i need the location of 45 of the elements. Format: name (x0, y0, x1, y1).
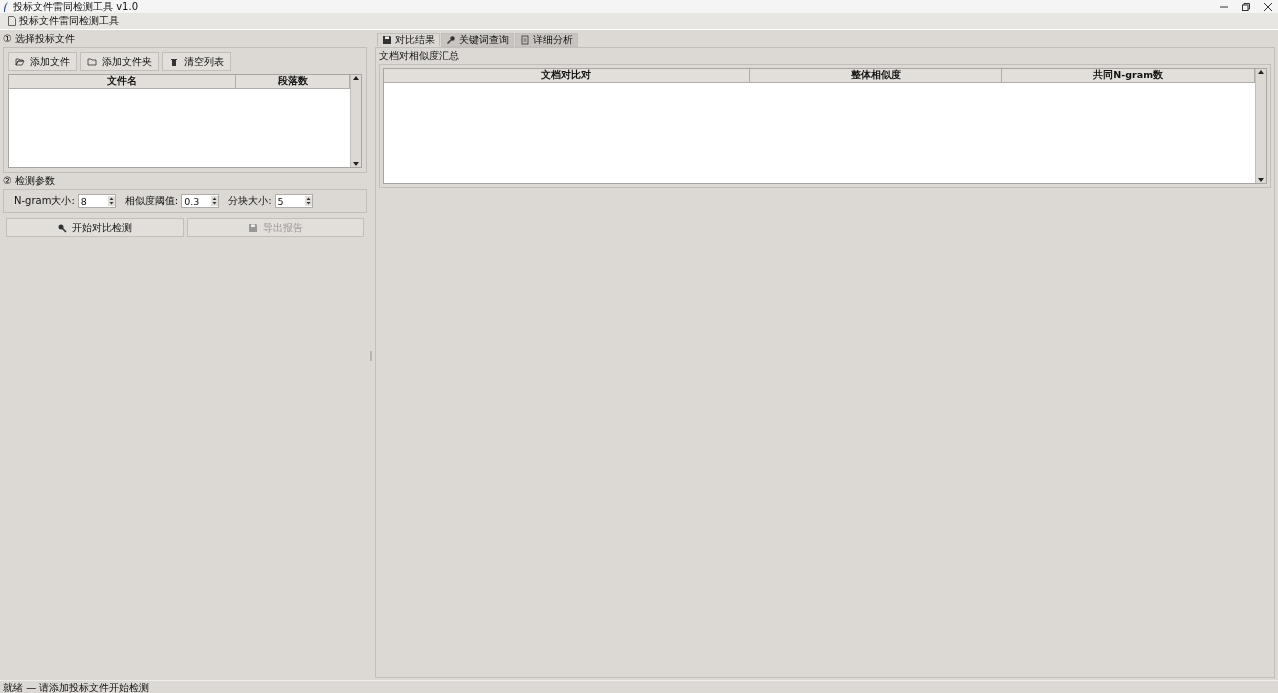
window-title: 投标文件雷同检测工具 v1.0 (13, 0, 139, 13)
field-label: 相似度阈值: (124, 194, 179, 208)
toolbar-button[interactable]: 添加文件夹 (80, 52, 159, 71)
field-label: N-gram大小: (14, 194, 75, 208)
search-icon (57, 222, 68, 233)
scroll-up-icon[interactable] (352, 75, 360, 81)
spin-field[interactable]: 5 (274, 194, 313, 208)
column-header[interactable]: 文件名 (9, 75, 236, 89)
action-button[interactable]: 开始对比检测 (6, 218, 184, 237)
scrollbar[interactable] (1255, 69, 1266, 183)
splitter-handle[interactable] (370, 350, 372, 361)
floppy-icon (382, 35, 392, 45)
column-header[interactable]: 文档对比对 (384, 69, 750, 83)
spin-field[interactable]: 0.3 (181, 194, 220, 208)
tab[interactable]: 关键词查询 (441, 33, 514, 47)
floppy-icon (247, 222, 258, 233)
feather-icon (3, 1, 9, 12)
spin-field[interactable]: 8 (77, 194, 116, 208)
close-icon[interactable] (1264, 2, 1272, 11)
section-title: ② 检测参数 (3, 175, 57, 187)
scrollbar[interactable] (350, 75, 361, 167)
spin-arrows-icon[interactable] (107, 196, 115, 206)
toolbar-button[interactable]: 清空列表 (162, 52, 231, 71)
document-icon (8, 16, 16, 26)
spin-arrows-icon[interactable] (211, 196, 219, 206)
section-title: ① 选择投标文件 (3, 33, 77, 45)
column-header[interactable]: 整体相似度 (749, 69, 1003, 83)
folder-open-icon (15, 56, 25, 67)
column-header[interactable]: 共同N-gram数 (1002, 69, 1255, 83)
status-text: 就绪 — 请添加投标文件开始检测 (3, 681, 150, 693)
field-label: 分块大小: (228, 194, 272, 208)
key-icon (446, 35, 456, 45)
restore-icon[interactable] (1242, 2, 1250, 11)
document-icon (520, 35, 530, 45)
tab[interactable]: 详细分析 (515, 33, 578, 47)
scroll-down-icon[interactable] (1257, 177, 1265, 183)
tab[interactable]: 对比结果 (377, 33, 440, 46)
section-title: 文档对相似度汇总 (379, 50, 460, 62)
toolbar-button[interactable]: 添加文件 (8, 52, 77, 71)
trash-icon (169, 56, 179, 67)
spin-arrows-icon[interactable] (304, 196, 312, 206)
scroll-up-icon[interactable] (1257, 69, 1265, 75)
scroll-down-icon[interactable] (352, 161, 360, 167)
folder-icon (87, 56, 97, 67)
menu-item[interactable]: 投标文件雷同检测工具 (8, 14, 119, 28)
